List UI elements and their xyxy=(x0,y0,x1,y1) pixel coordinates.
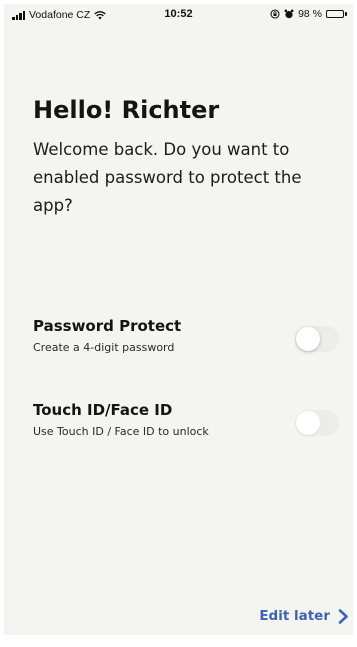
touch-face-id-option: Touch ID/Face ID Use Touch ID / Face ID … xyxy=(33,401,339,438)
toggle-knob xyxy=(296,327,320,351)
page-subtitle: Welcome back. Do you want to enabled pas… xyxy=(33,140,302,215)
status-bar: Vodafone CZ 10:52 98 % xyxy=(4,4,353,26)
status-bar-right: 98 % xyxy=(270,8,347,20)
app-screen: Vodafone CZ 10:52 98 % Hello! Richter We… xyxy=(4,4,353,635)
touch-face-id-title: Touch ID/Face ID xyxy=(33,401,173,419)
page-title: Hello! Richter xyxy=(33,96,220,124)
chevron-right-icon xyxy=(338,608,348,624)
battery-percent: 98 % xyxy=(298,8,322,20)
password-protect-description: Create a 4-digit password xyxy=(33,341,175,354)
touch-face-id-description: Use Touch ID / Face ID to unlock xyxy=(33,425,209,438)
password-protect-option: Password Protect Create a 4-digit passwo… xyxy=(33,317,339,354)
password-protect-toggle[interactable] xyxy=(295,326,339,352)
toggle-knob xyxy=(296,411,320,435)
edit-later-button[interactable]: Edit later xyxy=(259,608,349,624)
battery-icon xyxy=(326,10,347,18)
touch-face-id-toggle[interactable] xyxy=(295,410,339,436)
password-protect-title: Password Protect xyxy=(33,317,182,335)
orientation-lock-icon xyxy=(270,9,280,19)
edit-later-label: Edit later xyxy=(259,608,330,624)
alarm-icon xyxy=(284,9,294,19)
